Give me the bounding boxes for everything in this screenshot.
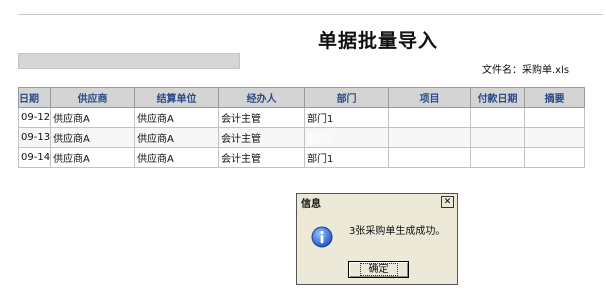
dialog-titlebar[interactable]: 信息 ✕ xyxy=(297,194,457,210)
import-progress-bar xyxy=(18,53,240,69)
cell-summary[interactable] xyxy=(524,107,586,128)
cell-handler[interactable]: 会计主管 xyxy=(218,107,306,128)
column-header-date[interactable]: 日期 xyxy=(17,87,52,108)
table-row[interactable]: 09-14 供应商A 供应商A 会计主管 部门1 xyxy=(17,147,586,168)
table-header-row: 日期 供应商 结算单位 经办人 部门 项目 付款日期 摘要 xyxy=(17,87,586,108)
column-header-project[interactable]: 项目 xyxy=(388,87,472,108)
cell-payment-date[interactable] xyxy=(470,147,526,168)
cell-project[interactable] xyxy=(388,127,472,148)
ok-button-label: 确定 xyxy=(359,263,398,276)
dialog-message: 3张采购单生成成功。 xyxy=(349,226,446,237)
cell-supplier[interactable]: 供应商A xyxy=(50,147,136,168)
info-icon xyxy=(311,226,333,248)
cell-summary[interactable] xyxy=(524,147,586,168)
cell-settlement-unit[interactable]: 供应商A xyxy=(134,147,220,168)
cell-department-selected[interactable]: 部门1 xyxy=(304,127,390,148)
table-row[interactable]: 09-13 供应商A 供应商A 会计主管 部门1 xyxy=(17,127,586,148)
column-header-summary[interactable]: 摘要 xyxy=(524,87,586,108)
page-title: 单据批量导入 xyxy=(318,30,439,52)
cell-project[interactable] xyxy=(388,147,472,168)
cell-date[interactable]: 09-14 xyxy=(17,147,52,168)
cell-settlement-unit[interactable]: 供应商A xyxy=(134,127,220,148)
cell-supplier[interactable]: 供应商A xyxy=(50,127,136,148)
top-divider xyxy=(18,14,603,15)
info-dialog: 信息 ✕ 3张采购单生成成功。 确定 xyxy=(296,193,458,285)
dialog-title: 信息 xyxy=(301,199,321,210)
cell-settlement-unit[interactable]: 供应商A xyxy=(134,107,220,128)
cell-date[interactable]: 09-12 xyxy=(17,107,52,128)
cell-project[interactable] xyxy=(388,107,472,128)
cell-handler[interactable]: 会计主管 xyxy=(218,127,306,148)
ok-button[interactable]: 确定 xyxy=(348,261,409,278)
cell-summary[interactable] xyxy=(524,127,586,148)
table-row[interactable]: 09-12 供应商A 供应商A 会计主管 部门1 xyxy=(17,107,586,128)
cell-department[interactable]: 部门1 xyxy=(304,147,390,168)
column-header-settlement-unit[interactable]: 结算单位 xyxy=(134,87,220,108)
column-header-supplier[interactable]: 供应商 xyxy=(50,87,136,108)
close-icon[interactable]: ✕ xyxy=(441,196,454,208)
import-table: 日期 供应商 结算单位 经办人 部门 项目 付款日期 摘要 09-12 供应商A… xyxy=(17,87,586,168)
filename-label: 文件名：采购单.xls xyxy=(482,65,570,76)
cell-handler[interactable]: 会计主管 xyxy=(218,147,306,168)
column-header-payment-date[interactable]: 付款日期 xyxy=(470,87,526,108)
cell-department[interactable]: 部门1 xyxy=(304,107,390,128)
column-header-department[interactable]: 部门 xyxy=(304,87,390,108)
cell-supplier[interactable]: 供应商A xyxy=(50,107,136,128)
cell-payment-date[interactable] xyxy=(470,107,526,128)
column-header-handler[interactable]: 经办人 xyxy=(218,87,306,108)
cell-date[interactable]: 09-13 xyxy=(17,127,52,148)
cell-payment-date[interactable] xyxy=(470,127,526,148)
